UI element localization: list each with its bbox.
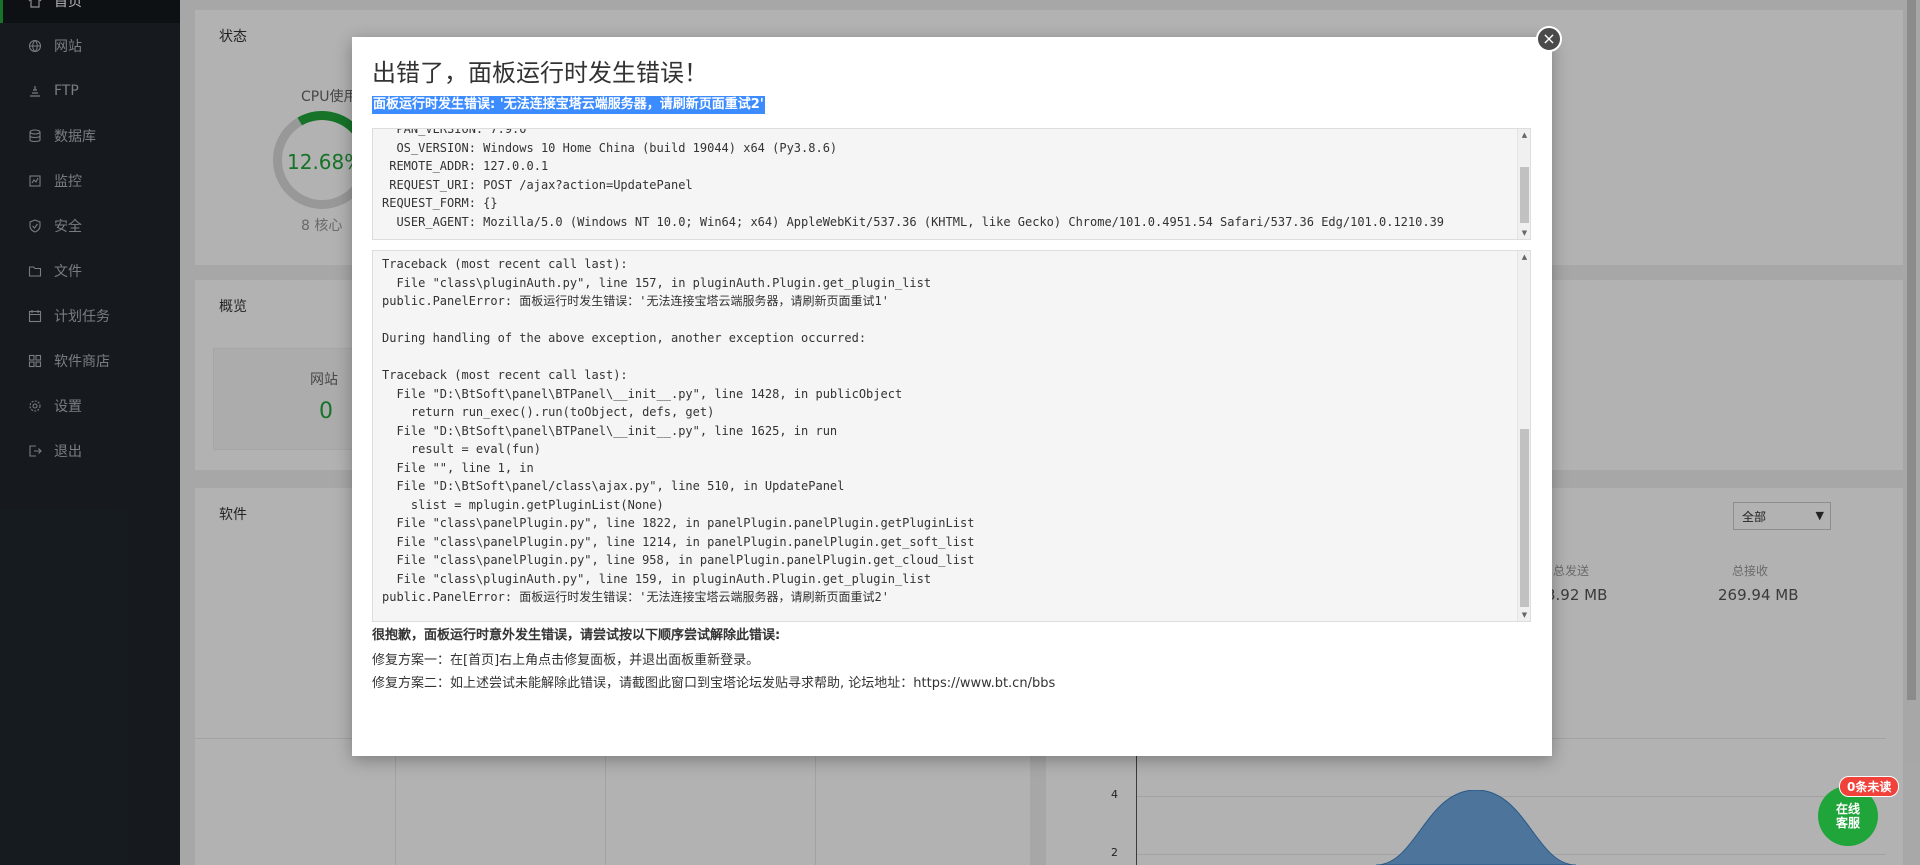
traceback-text: Traceback (most recent call last): File … [382, 257, 975, 604]
traceback-box[interactable]: Traceback (most recent call last): File … [372, 250, 1531, 622]
scroll-down-icon[interactable]: ▼ [1518, 227, 1530, 239]
env-scrollbar[interactable]: ▲ ▼ [1517, 129, 1530, 239]
env-info-box[interactable]: PAN_VERSION: 7.9.0 OS_VERSION: Windows 1… [372, 128, 1531, 240]
error-dialog: 出错了，面板运行时发生错误！ 面板运行时发生错误: '无法连接宝塔云端服务器，请… [352, 37, 1552, 756]
env-info-text: PAN_VERSION: 7.9.0 OS_VERSION: Windows 1… [382, 128, 1445, 229]
traceback-scroll-thumb[interactable] [1520, 429, 1529, 607]
traceback-scrollbar[interactable]: ▲ ▼ [1517, 251, 1530, 621]
close-button[interactable]: × [1536, 26, 1562, 52]
help-fix-2: 修复方案二：如上述尝试未能解除此错误，请截图此窗口到宝塔论坛发贴寻求帮助, 论坛… [372, 676, 1056, 691]
dialog-title: 出错了，面板运行时发生错误！ [372, 59, 708, 87]
chat-label-line1: 在线 [1835, 802, 1860, 816]
scroll-up-icon[interactable]: ▲ [1518, 129, 1530, 141]
help-fix-1: 修复方案一：在[首页]右上角点击修复面板，并退出面板重新登录。 [372, 653, 760, 668]
unread-badge: 0条未读 [1839, 776, 1900, 797]
scroll-down-icon[interactable]: ▼ [1518, 609, 1530, 621]
env-scroll-thumb[interactable] [1520, 167, 1529, 223]
error-summary: 面板运行时发生错误: '无法连接宝塔云端服务器，请刷新页面重试2' [372, 96, 765, 114]
chat-label-line2: 客服 [1835, 816, 1860, 830]
scroll-up-icon[interactable]: ▲ [1518, 251, 1530, 263]
help-heading: 很抱歉，面板运行时意外发生错误，请尝试按以下顺序尝试解除此错误: [372, 628, 781, 643]
close-icon: × [1542, 29, 1556, 48]
